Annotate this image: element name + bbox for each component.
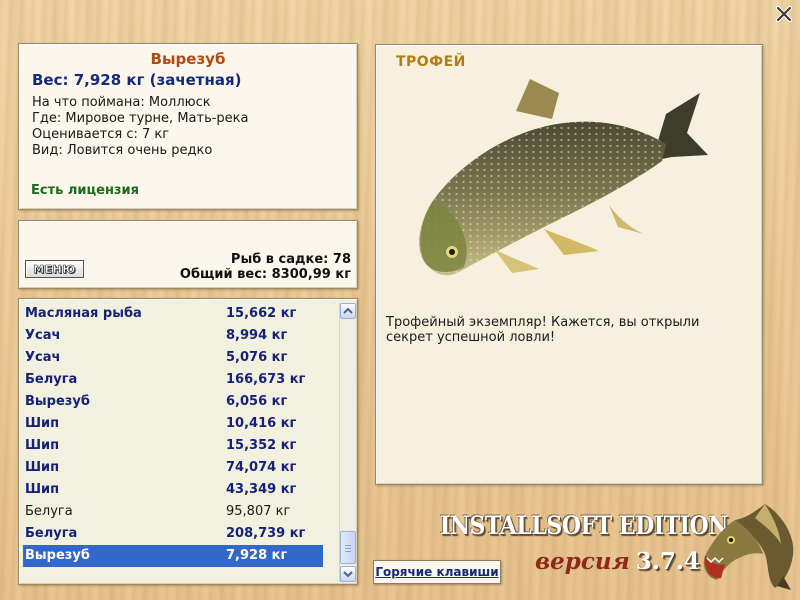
scroll-down-button[interactable] [340,566,356,582]
edition-title: INSTALLSOFT EDITION [440,511,728,540]
list-item[interactable]: Шип 43,349 кг [23,479,323,501]
catch-fish-name: Усач [25,350,61,365]
catch-fish-weight: 7,928 кг [226,548,288,563]
catch-fish-weight: 5,076 кг [226,350,288,365]
catch-list-panel: Масляная рыба 15,662 кг Усач 8,994 кг Усач 5,… [18,298,358,585]
pike-icon [703,504,794,590]
chevron-up-icon [343,307,353,314]
catch-fish-weight: 15,352 кг [226,438,297,453]
list-item[interactable]: Усач 5,076 кг [23,347,323,369]
location-line: Где: Мировое турне, Мать-река [32,111,249,126]
catch-fish-weight: 166,673 кг [226,372,306,387]
version-line: версия 3.7.4 [535,548,700,575]
catch-list: Масляная рыба 15,662 кг Усач 8,994 кг Усач 5,… [23,303,323,567]
scrollbar[interactable] [339,303,356,582]
list-item[interactable]: Масляная рыба 15,662 кг [23,303,323,325]
rated-from-line: Оценивается с: 7 кг [32,127,170,142]
trophy-title: ТРОФЕЙ [396,54,466,70]
fish-info-panel: Вырезуб Вес: 7,928 кг (зачетная) На что … [18,43,358,210]
license-status: Есть лицензия [31,183,139,198]
catch-fish-weight: 10,416 кг [226,416,297,431]
catch-fish-name: Шип [25,460,60,475]
keepnet-panel: МЕНЮ Рыб в садке: 78 Общий вес: 8300,99 … [18,220,358,289]
catch-fish-weight: 208,739 кг [226,526,306,541]
list-item[interactable]: Белуга 166,673 кг [23,369,323,391]
catch-fish-name: Белуга [25,526,78,541]
scroll-thumb[interactable] [340,531,356,564]
trophy-panel: ТРОФЕЙ Трофейный экземпляр! Кажется, вы … [375,44,763,485]
catch-fish-name: Шип [25,416,60,431]
catch-fish-weight: 74,074 кг [226,460,297,475]
catch-fish-name: Вырезуб [25,394,90,409]
catch-fish-name: Белуга [25,372,78,387]
list-item[interactable]: Белуга 208,739 кг [23,523,323,545]
catch-fish-name: Вырезуб [25,548,90,563]
catch-fish-weight: 6,056 кг [226,394,288,409]
trophy-message: Трофейный экземпляр! Кажется, вы открыли… [386,315,700,345]
list-item[interactable]: Белуга 95,807 кг [23,501,323,523]
fish-count: Рыб в садке: 78 [230,252,351,267]
list-item[interactable]: Вырезуб 6,056 кг [23,391,323,413]
catch-fish-weight: 8,994 кг [226,328,288,343]
scroll-up-button[interactable] [340,303,356,319]
version-word: версия [535,548,630,575]
kind-line: Вид: Ловится очень редко [32,143,213,158]
fish-name: Вырезуб [150,50,226,68]
list-item[interactable]: Усач 8,994 кг [23,325,323,347]
catch-fish-weight: 15,662 кг [226,306,297,321]
keepnet-stats: Рыб в садке: 78 Общий вес: 8300,99 кг [180,252,351,282]
hotkeys-button[interactable]: Горячие клавиши [373,560,501,584]
close-button[interactable] [774,4,794,24]
catch-fish-name: Шип [25,438,60,453]
fish-image [419,79,708,276]
list-item[interactable]: Шип 10,416 кг [23,413,323,435]
list-item[interactable]: Шип 74,074 кг [23,457,323,479]
hotkeys-label: Горячие клавиши [375,565,499,579]
menu-button[interactable]: МЕНЮ [25,260,84,278]
catch-fish-name: Усач [25,328,61,343]
chevron-down-icon [343,571,353,578]
catch-fish-weight: 43,349 кг [226,482,297,497]
catch-fish-name: Шип [25,482,60,497]
caught-on-line: На что поймана: Моллюск [32,95,211,110]
close-icon [776,6,792,22]
catch-fish-name: Белуга [25,504,73,519]
total-weight: Общий вес: 8300,99 кг [179,267,351,282]
version-number: 3.7.4 [635,548,700,575]
fish-weight: Вес: 7,928 кг (зачетная) [32,71,242,89]
catch-fish-weight: 95,807 кг [226,504,291,519]
list-item[interactable]: Шип 15,352 кг [23,435,323,457]
catch-fish-name: Масляная рыба [25,306,142,321]
list-item-selected[interactable]: Вырезуб 7,928 кг [23,545,323,567]
